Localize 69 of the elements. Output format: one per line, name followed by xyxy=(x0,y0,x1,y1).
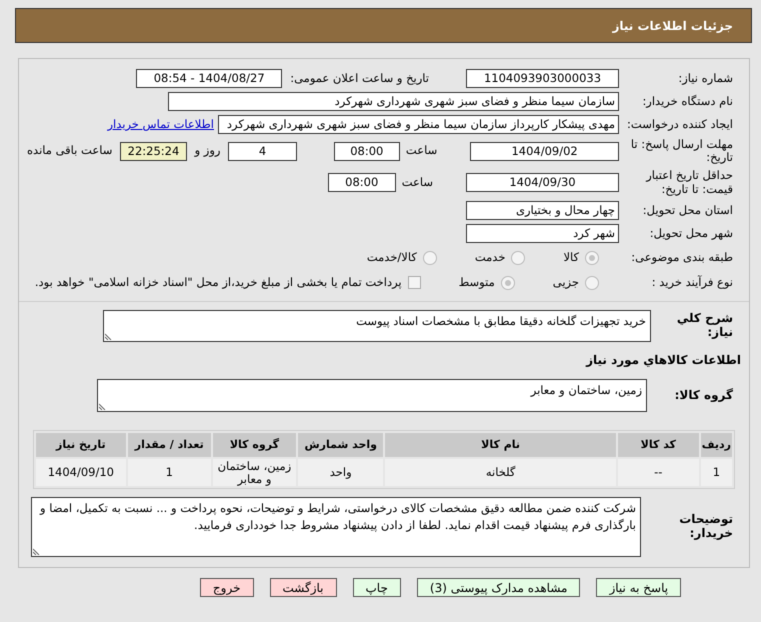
value-field: 08:00 xyxy=(328,173,396,192)
remaining-time: 22:25:24 xyxy=(120,142,187,160)
resize-grip-icon[interactable] xyxy=(99,402,107,410)
value-field: 1404/08/27 - 08:54 xyxy=(136,69,282,88)
value-field: شهر کرد xyxy=(466,224,619,243)
radio-button[interactable] xyxy=(500,276,515,290)
field-label: تاریخ و ساعت اعلان عمومی: xyxy=(290,70,429,87)
action-button[interactable]: پاسخ به نیاز xyxy=(596,578,682,598)
radio-button[interactable] xyxy=(585,250,599,264)
value-field: 1104093903000033 xyxy=(466,69,619,88)
field-label: ساعت xyxy=(402,174,433,191)
field-label: استان محل تحویل: xyxy=(642,204,734,218)
field-label: مهلت ارسال پاسخ: تا تاریخ: xyxy=(630,138,734,164)
table-cell: 1 xyxy=(700,458,733,488)
value-field: 1404/09/02 xyxy=(470,142,619,160)
value-field: 1404/09/30 xyxy=(466,173,619,192)
field-label: ساعت باقی مانده xyxy=(27,142,112,160)
field-label: شهر محل تحویل: xyxy=(648,226,734,240)
field-label: روز و xyxy=(194,142,220,160)
section-heading: اطلاعات کالاهاي مورد نیاز xyxy=(586,352,741,368)
payment-note: پرداخت تمام یا بخشی از مبلغ خرید،از محل "اسناد خزانه اسلامی" خواهد بود. xyxy=(34,274,402,291)
radio-label: خدمت xyxy=(474,248,506,266)
column-header: ردیف xyxy=(700,432,733,458)
action-button[interactable]: مشاهده مدارک پیوستی (3) xyxy=(416,578,580,598)
table-cell: گلخانه xyxy=(384,458,617,488)
value-field: چهار محال و بختیاری xyxy=(466,201,619,220)
field-label: توضیحات خریدار: xyxy=(678,513,734,542)
field-label: گروه کالا: xyxy=(674,388,734,402)
column-header: واحد شمارش xyxy=(297,432,384,458)
radio-button[interactable] xyxy=(422,250,437,264)
value-field: 4 xyxy=(228,142,297,160)
radio-button[interactable] xyxy=(511,250,526,264)
column-header: نام کالا xyxy=(384,432,617,458)
value-field: سازمان سیما منظر و فضای سبز شهری شهرداری شهرکرد xyxy=(168,92,619,111)
table-cell: 1 xyxy=(126,458,212,488)
buyer-contact-link[interactable]: اطلاعات تماس خریدار xyxy=(107,116,214,134)
field-label: ساعت xyxy=(406,142,438,160)
table-cell: واحد xyxy=(297,458,384,488)
field-label: شرح کلي نیاز: xyxy=(676,312,734,340)
field-label: نام دستگاه خریدار: xyxy=(641,94,734,108)
column-header: گروه کالا xyxy=(212,432,298,458)
goods-group-field: زمین، ساختمان و معابر xyxy=(97,379,647,412)
radio-label: کالا/خدمت xyxy=(366,248,417,266)
table-cell: 1404/09/10 xyxy=(35,458,127,488)
buyer-notes-field: شرکت کننده ضمن مطالعه دقیق مشخصات کالای درخواستی، شرایط و توضیحات، نحوه پرداخت و ... نسبت به تکمیل، امضا و بارگذاری فرم پیشنهاد قیمت اقدام نماید. لطفا از دادن پیشنهاد مشروط جدا خودداری فرمایید. xyxy=(31,497,641,558)
field-label: شماره نیاز: xyxy=(677,72,734,86)
description-field: خرید تجهیزات گلخانه دقیقا مطابق با مشخصات اسناد پیوست xyxy=(103,310,651,342)
value-field: 08:00 xyxy=(334,142,400,160)
field-label: ایجاد کننده درخواست: xyxy=(626,118,734,132)
resize-grip-icon[interactable] xyxy=(33,547,41,556)
action-button[interactable]: چاپ xyxy=(352,578,401,598)
field-label: نوع فرآیند خرید : xyxy=(650,276,734,290)
column-header: کد کالا xyxy=(616,432,700,458)
checkbox[interactable] xyxy=(408,276,421,289)
action-button[interactable]: خروج xyxy=(200,578,254,598)
resize-grip-icon[interactable] xyxy=(105,332,113,340)
radio-label: جزیی xyxy=(552,274,579,291)
radio-label: متوسط xyxy=(458,274,495,291)
field-label: طبقه بندی موضوعی: xyxy=(630,250,734,264)
page-title: جزئیات اطلاعات نیاز xyxy=(15,8,752,43)
table-cell: زمین، ساختمان و معابر xyxy=(212,458,298,488)
column-header: تاریخ نیاز xyxy=(35,432,127,458)
column-header: تعداد / مقدار xyxy=(126,432,212,458)
action-button[interactable]: بازگشت xyxy=(270,578,336,598)
radio-label: کالا xyxy=(563,248,579,266)
field-label: حداقل تاریخ اعتبار قیمت: تا تاریخ: xyxy=(644,169,734,196)
value-field: مهدی پیشکار کارپرداز سازمان سیما منظر و فضای سبز شهری شهرداری شهرکرد xyxy=(218,115,619,134)
radio-button[interactable] xyxy=(585,276,599,290)
table-cell: -- xyxy=(616,458,700,488)
